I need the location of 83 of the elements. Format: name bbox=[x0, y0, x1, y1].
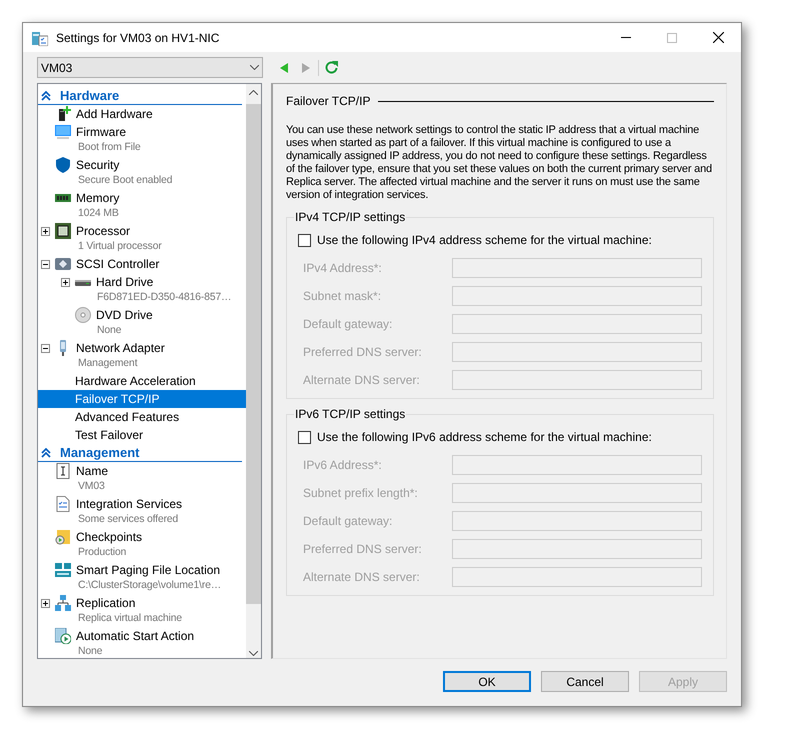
chevron-down-icon bbox=[250, 65, 259, 70]
tree-item[interactable]: Test Failover bbox=[38, 426, 246, 444]
checkbox[interactable] bbox=[298, 430, 311, 444]
tree-item-detail: F6D871ED-D350-4816-857… bbox=[96, 291, 232, 305]
section-header[interactable]: Management bbox=[38, 444, 242, 462]
tree-item[interactable]: Hardware Acceleration bbox=[38, 372, 246, 390]
memory-blocks-icon bbox=[55, 562, 71, 578]
controller-icon bbox=[55, 256, 71, 272]
tree-item-detail: Secure Boot enabled bbox=[77, 174, 174, 188]
tree-item-detail: VM03 bbox=[77, 480, 106, 494]
tree-item[interactable]: Processor bbox=[38, 222, 246, 240]
field-label: Default gateway: bbox=[302, 316, 394, 333]
network-tree-icon bbox=[55, 595, 71, 611]
settings-app-icon bbox=[32, 30, 48, 46]
collapse-toggle[interactable] bbox=[41, 344, 50, 352]
tree-item-detail: None bbox=[96, 324, 122, 338]
close-icon bbox=[712, 32, 724, 43]
tree-item[interactable]: Replication bbox=[38, 594, 246, 612]
tree-item-detail: Replica virtual machine bbox=[77, 612, 183, 626]
tree-item[interactable]: DVD Drive bbox=[38, 306, 246, 324]
field-label: IPv4 Address*: bbox=[302, 260, 383, 277]
shield-icon bbox=[55, 157, 71, 173]
tree-item[interactable]: Failover TCP/IP bbox=[38, 390, 246, 408]
tree-item-detail: Some services offered bbox=[77, 513, 180, 527]
tree-item[interactable]: Automatic Start Action bbox=[38, 627, 246, 645]
description-text: You can use these network settings to control the static IP address that a virtual machine uses when started as part of a failover. If this virtual machine is configured to use a dynamically assigned IP address, you do not need to configure these settings. Regardless of the failover type, ensure that you set these values on both the current primary server and Replica server. The affected virtual machine and the server it runs on must use the same version of integration services. bbox=[286, 124, 713, 202]
tree-item[interactable]: Add Hardware bbox=[38, 105, 246, 123]
dialog-button[interactable]: OK bbox=[443, 671, 531, 692]
window-title: Settings for VM03 on HV1-NIC bbox=[56, 30, 220, 46]
collapse-chevrons-icon bbox=[41, 448, 51, 458]
field-label: Subnet prefix length*: bbox=[302, 485, 419, 502]
tree-item[interactable]: Memory bbox=[38, 189, 246, 207]
tree-item[interactable]: Network Adapter bbox=[38, 339, 246, 357]
group-title: IPv4 TCP/IP settings bbox=[294, 210, 406, 224]
field-label: Preferred DNS server: bbox=[302, 344, 423, 361]
disc-icon bbox=[75, 307, 91, 323]
tree-item[interactable]: Smart Paging File Location bbox=[38, 561, 246, 579]
processor-chip-icon bbox=[55, 223, 71, 239]
window-play-icon bbox=[55, 628, 71, 644]
scheme-checkbox[interactable]: Use the following IPv4 address scheme for the virtual machine: bbox=[298, 231, 702, 249]
monitor-icon bbox=[55, 124, 71, 140]
tree-item-detail: None bbox=[77, 645, 104, 658]
refresh-icon bbox=[325, 61, 338, 74]
folder-clock-icon bbox=[55, 529, 71, 545]
section-header[interactable]: Hardware bbox=[38, 87, 242, 105]
tree-item[interactable]: Security bbox=[38, 156, 246, 174]
panel-heading: Failover TCP/IP bbox=[286, 93, 370, 110]
field-label: Subnet mask*: bbox=[302, 288, 382, 305]
collapse-chevrons-icon bbox=[41, 90, 51, 100]
dialog-button[interactable]: Cancel bbox=[541, 671, 629, 692]
back-arrow-icon bbox=[280, 62, 288, 72]
tree-item-detail: Management bbox=[77, 357, 138, 371]
checkbox[interactable] bbox=[298, 234, 311, 246]
expand-toggle[interactable] bbox=[41, 226, 50, 236]
tree-item[interactable]: Integration Services bbox=[38, 495, 246, 513]
field-label: Alternate DNS server: bbox=[302, 569, 421, 586]
scroll-down-icon bbox=[249, 651, 258, 656]
scheme-checkbox[interactable]: Use the following IPv6 address scheme for the virtual machine: bbox=[298, 428, 702, 446]
tree-item[interactable]: Hard Drive bbox=[38, 273, 246, 291]
collapse-toggle[interactable] bbox=[41, 260, 50, 268]
tree-item-detail: 1 Virtual processor bbox=[77, 240, 163, 254]
tree-item-detail: 1024 MB bbox=[77, 207, 120, 221]
vm-select[interactable]: VM03 bbox=[37, 57, 263, 78]
field-label: Alternate DNS server: bbox=[302, 372, 421, 389]
field-label: IPv6 Address*: bbox=[302, 457, 383, 474]
forward-arrow-icon bbox=[302, 62, 310, 72]
tree-item[interactable]: Checkpoints bbox=[38, 528, 246, 546]
tree-item[interactable]: Advanced Features bbox=[38, 408, 246, 426]
tree-item[interactable]: SCSI Controller bbox=[38, 255, 246, 273]
field-label: Default gateway: bbox=[302, 513, 394, 530]
tree-item-detail: Boot from File bbox=[77, 141, 142, 155]
checklist-document-icon bbox=[55, 496, 71, 512]
expand-toggle[interactable] bbox=[61, 278, 70, 286]
text-cursor-icon bbox=[55, 463, 71, 479]
scroll-up-icon bbox=[249, 90, 258, 95]
tree-item[interactable]: Name bbox=[38, 462, 246, 480]
tree-item-detail: C:\ClusterStorage\volume1\re… bbox=[77, 579, 222, 593]
tree-item[interactable]: Firmware bbox=[38, 123, 246, 141]
field-label: Preferred DNS server: bbox=[302, 541, 423, 558]
expand-toggle[interactable] bbox=[41, 598, 50, 608]
tree-item-detail: Production bbox=[77, 546, 128, 560]
refresh-button[interactable] bbox=[325, 60, 339, 76]
group-title: IPv6 TCP/IP settings bbox=[294, 407, 406, 421]
